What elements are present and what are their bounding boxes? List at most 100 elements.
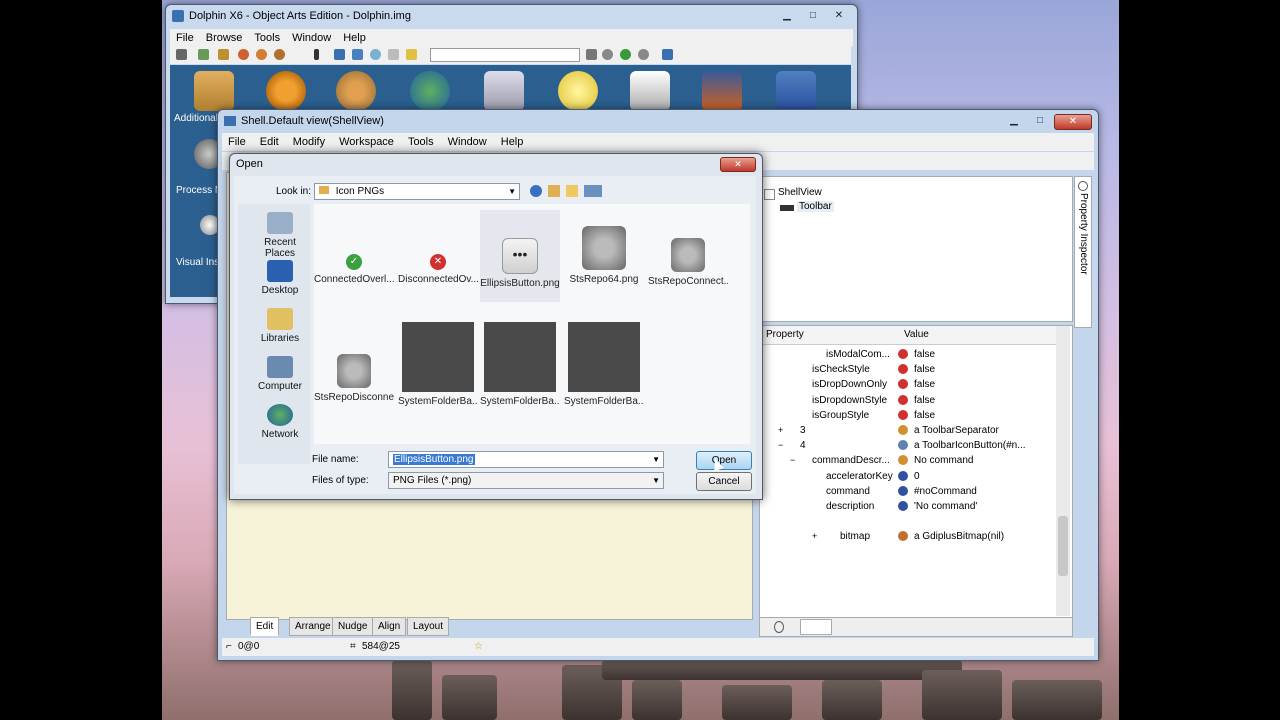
menu-modify[interactable]: Modify: [293, 136, 325, 148]
cancel-button[interactable]: Cancel: [696, 472, 752, 491]
property-row[interactable]: isGroupStyle false: [760, 408, 1050, 423]
tab-layout[interactable]: Layout: [407, 617, 450, 636]
file-item[interactable]: SystemFolderBa...: [564, 322, 644, 407]
property-value[interactable]: false: [914, 347, 935, 362]
toolbar-icon[interactable]: [638, 49, 649, 60]
property-value[interactable]: No command: [914, 453, 973, 468]
expand-icon[interactable]: +: [812, 529, 817, 544]
file-name-input[interactable]: EllipsisButton.png ▼: [388, 451, 664, 468]
file-item[interactable]: StsRepoConnect...: [648, 238, 728, 287]
tree-expander[interactable]: [764, 189, 775, 200]
close-button[interactable]: ✕: [827, 9, 851, 23]
toolbar-icon[interactable]: [602, 49, 613, 60]
property-value[interactable]: a GdiplusBitmap(nil): [914, 529, 1004, 544]
maximize-button[interactable]: □: [801, 9, 825, 23]
toolbar-icon[interactable]: [388, 49, 399, 60]
property-row[interactable]: isDropdownStyle false: [760, 393, 1050, 408]
folder-icon[interactable]: [194, 71, 234, 111]
place-computer[interactable]: Computer: [248, 356, 312, 392]
menu-file[interactable]: File: [176, 32, 194, 44]
toolbar-icon[interactable]: [314, 49, 319, 60]
property-value[interactable]: 'No command': [914, 499, 977, 514]
menu-edit[interactable]: Edit: [260, 136, 279, 148]
pin-icon[interactable]: [774, 621, 784, 633]
place-desktop[interactable]: Desktop: [248, 260, 312, 296]
tab-nudge[interactable]: Nudge: [332, 617, 374, 636]
open-button[interactable]: Open: [696, 451, 752, 470]
property-row[interactable]: − commandDescr... No command: [760, 453, 1050, 468]
menu-workspace[interactable]: Workspace: [339, 136, 394, 148]
property-row[interactable]: + bitmap a GdiplusBitmap(nil): [760, 529, 1050, 544]
toolbar-icon[interactable]: [370, 49, 381, 60]
toolbar-icon[interactable]: [176, 49, 187, 60]
views-icon[interactable]: [662, 49, 673, 60]
search-input[interactable]: [430, 48, 580, 62]
menu-tools[interactable]: Tools: [408, 136, 434, 148]
menu-window[interactable]: Window: [448, 136, 487, 148]
place-recent[interactable]: Recent Places: [248, 212, 312, 259]
tab-align[interactable]: Align: [372, 617, 407, 636]
look-in-select[interactable]: Icon PNGs ▼: [314, 183, 520, 200]
briefcase-icon[interactable]: [630, 71, 670, 111]
menu-help[interactable]: Help: [343, 32, 366, 44]
menu-help[interactable]: Help: [501, 136, 524, 148]
launcher-label[interactable]: Additional: [174, 113, 218, 124]
place-libraries[interactable]: Libraries: [248, 308, 312, 344]
property-row[interactable]: isModalCom... false: [760, 347, 1050, 362]
scrollbar[interactable]: [1056, 326, 1070, 616]
file-item-selected[interactable]: ••• EllipsisButton.png: [480, 210, 560, 302]
toolbar-icon[interactable]: [256, 49, 267, 60]
gear-icon[interactable]: [266, 71, 306, 111]
toolbar-icon[interactable]: [334, 49, 345, 60]
menu-file[interactable]: File: [228, 136, 246, 148]
property-value[interactable]: false: [914, 362, 935, 377]
globe-icon[interactable]: [410, 71, 450, 111]
tab-arrange[interactable]: Arrange: [289, 617, 337, 636]
property-value[interactable]: a ToolbarSeparator: [914, 423, 999, 438]
close-button[interactable]: ✕: [1054, 114, 1092, 130]
launcher-label[interactable]: Visual Ins: [176, 257, 219, 268]
toolbar-icon[interactable]: [218, 49, 229, 60]
back-icon[interactable]: [620, 49, 631, 60]
property-row[interactable]: − 4 a ToolbarIconButton(#n...: [760, 438, 1050, 453]
property-row[interactable]: description 'No command': [760, 499, 1050, 514]
column-property[interactable]: Property: [766, 326, 804, 344]
property-row[interactable]: command #noCommand: [760, 484, 1050, 499]
dialog-close-button[interactable]: ✕: [720, 157, 756, 172]
property-value[interactable]: 0: [914, 469, 920, 484]
toolbar-icon[interactable]: [586, 49, 597, 60]
collapse-icon[interactable]: −: [790, 453, 795, 468]
property-row[interactable]: +3 a ToolbarSeparator: [760, 423, 1050, 438]
tab-icon[interactable]: [800, 619, 832, 635]
file-item[interactable]: StsRepo64.png: [564, 226, 644, 285]
column-value[interactable]: Value: [904, 326, 929, 344]
file-item[interactable]: ✓ ConnectedOverl...: [314, 254, 394, 285]
scream-painting-icon[interactable]: [702, 71, 742, 111]
tree-item-toolbar[interactable]: Toolbar: [797, 201, 834, 212]
menu-window[interactable]: Window: [292, 32, 331, 44]
minimize-button[interactable]: ▁: [1002, 114, 1026, 128]
menu-browse[interactable]: Browse: [206, 32, 243, 44]
file-item[interactable]: StsRepoDisconne...: [314, 354, 394, 403]
property-inspector-side-tab[interactable]: Property Inspector: [1074, 176, 1092, 328]
property-value[interactable]: false: [914, 377, 935, 392]
tab-edit[interactable]: Edit: [250, 617, 280, 636]
expand-icon[interactable]: +: [778, 423, 783, 438]
toolbar-icon[interactable]: [352, 49, 363, 60]
toolbar-icon[interactable]: [274, 49, 285, 60]
toolbar-icon[interactable]: [238, 49, 249, 60]
book-icon[interactable]: [776, 71, 816, 111]
maximize-button[interactable]: □: [1028, 114, 1052, 128]
property-value[interactable]: #noCommand: [914, 484, 977, 499]
views-menu-icon[interactable]: [584, 185, 602, 197]
property-row[interactable]: isDropDownOnly false: [760, 377, 1050, 392]
place-network[interactable]: Network: [248, 404, 312, 440]
up-folder-icon[interactable]: [548, 185, 560, 197]
new-folder-icon[interactable]: [566, 185, 578, 197]
property-value[interactable]: false: [914, 408, 935, 423]
scrollbar-thumb[interactable]: [1058, 516, 1068, 576]
property-row[interactable]: isCheckStyle false: [760, 362, 1050, 377]
property-value[interactable]: a ToolbarIconButton(#n...: [914, 438, 1026, 453]
property-value[interactable]: false: [914, 393, 935, 408]
menu-tools[interactable]: Tools: [254, 32, 280, 44]
